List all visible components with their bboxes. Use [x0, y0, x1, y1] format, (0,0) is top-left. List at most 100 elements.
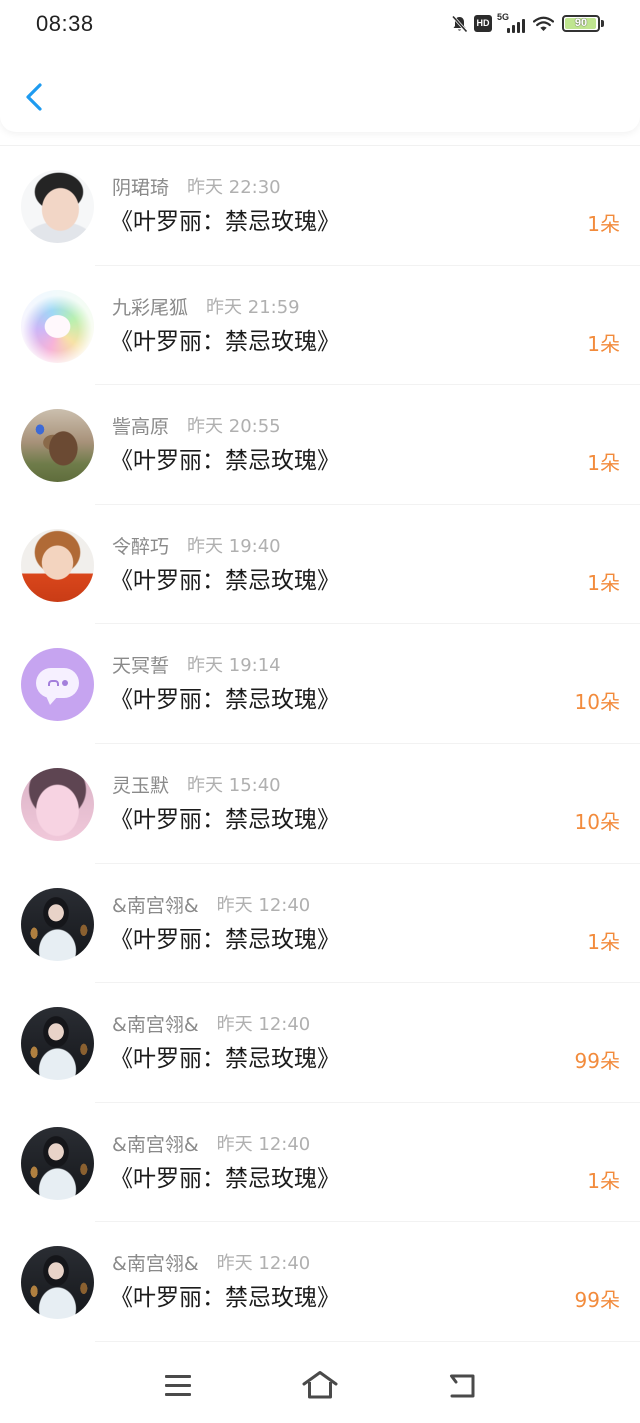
sender-name: 阴珺琦 — [112, 177, 170, 199]
sender-meta: 阴珺琦 昨天 22:30 — [112, 175, 281, 201]
sender-name: 訾高原 — [112, 416, 170, 439]
timestamp: 昨天 12:40 — [216, 1253, 311, 1275]
avatar[interactable] — [21, 1007, 94, 1081]
item-title: 《叶罗丽：禁忌玫瑰》 — [110, 209, 340, 235]
battery-level: 90 — [574, 17, 588, 29]
item-title: 《叶罗丽：禁忌玫瑰》 — [110, 806, 340, 833]
sender-name: 灵玉默 — [112, 774, 170, 797]
sender-name: &南宫翎& — [112, 1014, 199, 1037]
bubble-eye — [62, 680, 68, 687]
bubble-eye — [48, 680, 59, 687]
list-item[interactable]: 九彩尾狐 昨天 21:59 《叶罗丽：禁忌玫瑰》 1朵 — [0, 265, 640, 386]
gift-count: 1朵 — [587, 331, 620, 356]
sender-meta: 天冥誓 昨天 19:14 — [112, 653, 281, 679]
gift-count: 1朵 — [587, 570, 620, 595]
item-title: 《叶罗丽：禁忌玫瑰》 — [110, 1165, 340, 1192]
timestamp: 昨天 20:55 — [187, 416, 281, 438]
list-item[interactable]: 阴珺琦 昨天 22:30 《叶罗丽：禁忌玫瑰》 1朵 — [0, 146, 640, 266]
sender-meta: 訾高原 昨天 20:55 — [112, 414, 281, 440]
item-title: 《叶罗丽：禁忌玫瑰》 — [110, 926, 340, 953]
list-item[interactable]: 灵玉默 昨天 15:40 《叶罗丽：禁忌玫瑰》 10朵 — [0, 743, 640, 864]
battery-tip — [601, 20, 604, 27]
menu-icon — [165, 1375, 191, 1396]
signal-5g-icon: 5G — [497, 12, 525, 33]
header: 08:38 HD 5G 90 — [0, 0, 640, 132]
avatar[interactable] — [21, 409, 94, 483]
sender-name: 令醉巧 — [112, 535, 170, 558]
avatar[interactable] — [21, 170, 94, 243]
signal-bar — [522, 19, 525, 33]
list-item[interactable]: 令醉巧 昨天 19:40 《叶罗丽：禁忌玫瑰》 1朵 — [0, 504, 640, 625]
gift-count: 1朵 — [587, 212, 620, 236]
avatar[interactable] — [21, 1246, 94, 1320]
list-item[interactable]: &南宫翎& 昨天 12:40 《叶罗丽：禁忌玫瑰》 99朵 — [0, 983, 640, 1103]
sender-name: 天冥誓 — [112, 655, 170, 678]
sender-meta: 令醉巧 昨天 19:40 — [112, 534, 281, 560]
chat-bubble-icon — [36, 668, 79, 706]
item-title: 《叶罗丽：禁忌玫瑰》 — [110, 1285, 340, 1312]
sender-meta: 九彩尾狐 昨天 21:59 — [112, 295, 300, 321]
sender-name: &南宫翎& — [112, 1133, 199, 1156]
chevron-left-icon — [26, 83, 42, 111]
item-title: 《叶罗丽：禁忌玫瑰》 — [110, 567, 340, 594]
avatar[interactable] — [21, 528, 94, 602]
timestamp: 昨天 12:40 — [216, 1014, 311, 1036]
home-button[interactable] — [296, 1365, 344, 1405]
avatar[interactable] — [21, 887, 94, 961]
menu-button[interactable] — [154, 1365, 202, 1405]
signal-bar — [512, 25, 515, 33]
back-button[interactable] — [18, 76, 52, 118]
status-time: 08:38 — [36, 11, 94, 36]
timestamp: 昨天 21:59 — [206, 296, 300, 318]
sender-name: 九彩尾狐 — [112, 296, 189, 319]
list-item[interactable]: 天冥誓 昨天 19:14 《叶罗丽：禁忌玫瑰》 10朵 — [0, 624, 640, 744]
sender-meta: &南宫翎& 昨天 12:40 — [112, 1251, 310, 1277]
list-item[interactable]: &南宫翎& 昨天 12:40 《叶罗丽：禁忌玫瑰》 99朵 — [0, 1222, 640, 1342]
menu-line — [165, 1375, 191, 1378]
gift-count: 99朵 — [574, 1288, 620, 1313]
sender-meta: 灵玉默 昨天 15:40 — [112, 773, 281, 799]
item-title: 《叶罗丽：禁忌玫瑰》 — [110, 1046, 340, 1073]
avatar[interactable] — [21, 1126, 94, 1200]
signal-bar — [517, 22, 520, 33]
timestamp: 昨天 12:40 — [216, 894, 311, 916]
timestamp: 昨天 15:40 — [187, 774, 281, 796]
sender-meta: &南宫翎& 昨天 12:40 — [112, 893, 310, 919]
item-title: 《叶罗丽：禁忌玫瑰》 — [110, 687, 340, 714]
sender-meta: &南宫翎& 昨天 12:40 — [112, 1132, 310, 1158]
bell-off-icon — [451, 15, 468, 33]
menu-line — [165, 1384, 191, 1387]
sender-meta: &南宫翎& 昨天 12:40 — [112, 1012, 310, 1038]
timestamp: 昨天 19:40 — [187, 535, 281, 557]
gift-list: 阴珺琦 昨天 22:30 《叶罗丽：禁忌玫瑰》 1朵 九彩尾狐 昨天 21:59… — [0, 145, 640, 1342]
gift-count: 10朵 — [574, 690, 620, 715]
home-icon — [302, 1371, 338, 1399]
signal-bar — [507, 28, 510, 33]
avatar[interactable] — [21, 767, 94, 841]
list-item[interactable]: &南宫翎& 昨天 12:40 《叶罗丽：禁忌玫瑰》 1朵 — [0, 1102, 640, 1223]
list-item[interactable]: &南宫翎& 昨天 12:40 《叶罗丽：禁忌玫瑰》 1朵 — [0, 863, 640, 984]
list-item[interactable]: 訾高原 昨天 20:55 《叶罗丽：禁忌玫瑰》 1朵 — [0, 385, 640, 505]
gift-count: 10朵 — [574, 809, 620, 834]
system-nav-bar — [0, 1345, 640, 1423]
gift-count: 1朵 — [587, 1168, 620, 1193]
item-title: 《叶罗丽：禁忌玫瑰》 — [110, 448, 340, 475]
avatar[interactable] — [21, 289, 94, 363]
hd-icon: HD — [474, 15, 492, 32]
divider — [95, 1340, 640, 1342]
network-label: 5G — [497, 12, 510, 22]
gift-count: 1朵 — [587, 451, 620, 476]
timestamp: 昨天 19:14 — [187, 655, 281, 677]
battery-icon: 90 — [562, 15, 600, 32]
back-nav-button[interactable] — [438, 1365, 486, 1405]
item-title: 《叶罗丽：禁忌玫瑰》 — [110, 328, 340, 355]
menu-line — [165, 1393, 191, 1396]
gift-count: 1朵 — [587, 929, 620, 954]
wifi-icon — [533, 16, 554, 31]
avatar[interactable] — [21, 648, 94, 722]
back-icon — [450, 1374, 475, 1398]
sender-name: &南宫翎& — [112, 894, 199, 917]
timestamp: 昨天 22:30 — [187, 177, 281, 198]
timestamp: 昨天 12:40 — [216, 1133, 311, 1155]
sender-name: &南宫翎& — [112, 1253, 199, 1276]
